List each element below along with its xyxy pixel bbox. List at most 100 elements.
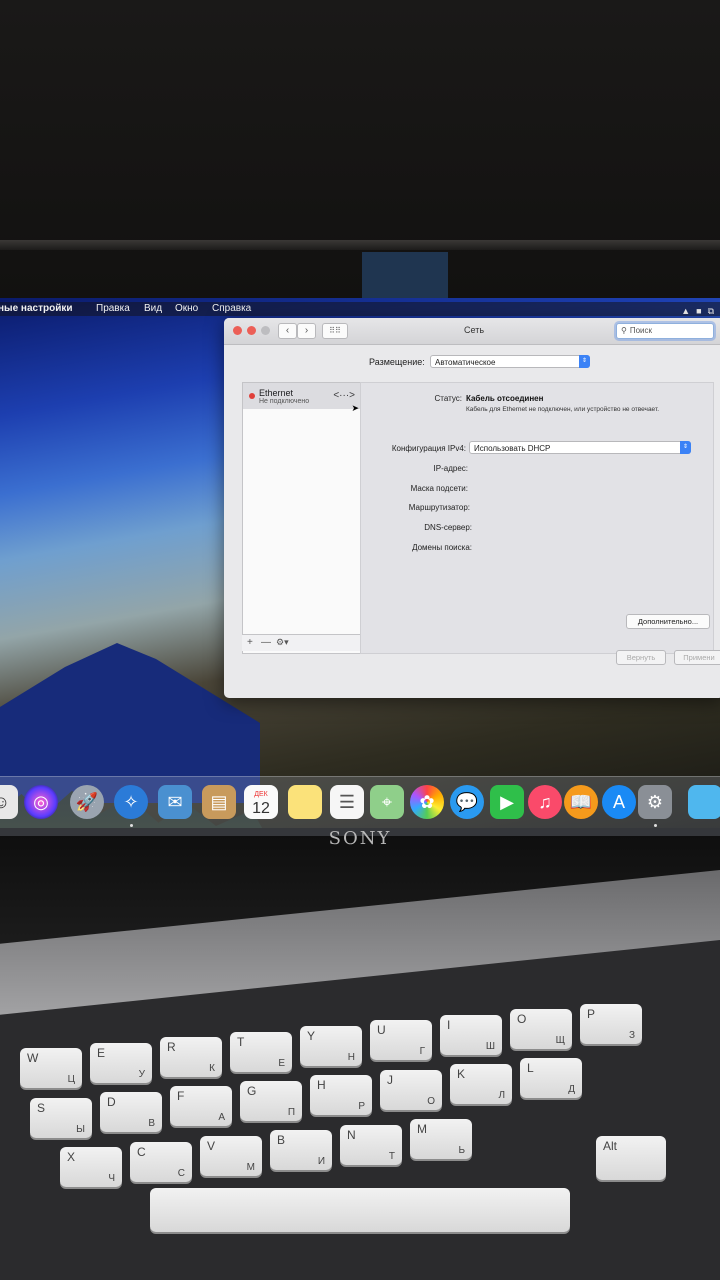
key-latin-label: H [317,1078,326,1093]
key-cyrillic-label: Н [347,1052,355,1063]
menu-view[interactable]: Вид [144,302,162,316]
key-cyrillic-label: Д [568,1084,575,1096]
status-dot-icon [249,393,255,399]
messages-icon[interactable]: 💬 [450,785,484,819]
search-field[interactable]: ⚲ Поиск [616,323,714,339]
mail-icon[interactable]: ✉ [158,785,192,819]
contacts-icon[interactable]: ▤ [202,785,236,819]
key-cyrillic-label: Л [498,1090,505,1101]
menu-window[interactable]: Окно [175,302,198,316]
reminders-icon[interactable]: ☰ [330,785,364,819]
key-latin-label: S [37,1100,46,1115]
key-u[interactable]: UГ [370,1020,432,1061]
key-latin-label: X [67,1150,76,1165]
key-d[interactable]: DВ [100,1092,162,1132]
books-icon[interactable]: 📖 [564,785,598,819]
select-arrows-icon: ⇕ [680,441,691,454]
key-f[interactable]: FА [170,1086,232,1127]
key-latin-label: W [27,1051,39,1066]
key-latin-label: U [377,1023,386,1038]
key-x[interactable]: XЧ [60,1147,122,1188]
key-latin-label: P [587,1006,596,1021]
key-l[interactable]: LД [520,1058,582,1099]
key-cyrillic-label: Г [419,1046,425,1058]
key-t[interactable]: TЕ [230,1031,292,1072]
menu-help[interactable]: Справка [212,302,251,316]
app-store-icon[interactable]: A [602,785,636,819]
key-r[interactable]: RК [160,1037,222,1078]
key-v[interactable]: VМ [200,1136,262,1176]
photos-icon[interactable]: ✿ [410,785,444,819]
apply-button[interactable]: Примени [674,650,720,665]
key-b[interactable]: BИ [270,1130,332,1171]
notes-icon[interactable] [288,785,322,819]
key-cyrillic-label: С [177,1167,185,1179]
key-i[interactable]: IШ [440,1014,502,1055]
revert-button[interactable]: Вернуть [616,650,666,665]
key-g[interactable]: GП [240,1080,302,1121]
system-preferences-icon[interactable]: ⚙ [638,785,672,819]
facetime-icon[interactable]: ▶ [490,785,524,819]
mouse-cursor-icon: ➤ [351,403,359,413]
key-latin-label: O [517,1012,527,1027]
alt-key-label: Alt [603,1139,618,1153]
key-cyrillic-label: И [317,1156,325,1168]
key-latin-label: F [177,1089,185,1104]
key-w[interactable]: WЦ [20,1048,82,1089]
key-j[interactable]: JО [380,1069,442,1110]
menu-app-name[interactable]: ные настройки [0,302,73,316]
location-value: Автоматическое [435,358,496,367]
key-cyrillic-label: А [218,1112,225,1124]
key-o[interactable]: OЩ [510,1009,572,1050]
finder-icon[interactable]: ☺ [0,785,18,819]
maps-icon[interactable]: ⌖ [370,785,404,819]
key-cyrillic-label: Ч [108,1173,115,1185]
add-service-button[interactable]: + [247,637,253,648]
key-s[interactable]: SЫ [30,1097,92,1138]
music-icon[interactable]: ♫ [528,785,562,819]
menu-edit[interactable]: Правка [96,302,130,316]
key-latin-label: L [527,1061,534,1076]
safari-icon[interactable]: ✧ [114,785,148,819]
ipv4-label: Конфигурация IPv4: [391,444,466,453]
calendar-icon[interactable]: ДЕК 12 [244,785,278,819]
ipv4-config-select[interactable]: Использовать DHCP ⇕ [469,441,691,454]
launchpad-icon[interactable]: 🚀 [70,785,104,819]
running-indicator [130,824,133,827]
key-e[interactable]: EУ [90,1042,152,1083]
location-select[interactable]: Автоматическое ⇕ [430,355,590,368]
key-latin-label: I [447,1017,451,1032]
key-latin-label: J [387,1072,393,1087]
key-n[interactable]: NТ [340,1124,402,1165]
key-latin-label: C [137,1144,146,1159]
advanced-button[interactable]: Дополнительно... [626,614,710,629]
key-cyrillic-label: М [246,1162,255,1173]
space-bar[interactable] [150,1188,570,1232]
key-cyrillic-label: У [138,1068,145,1080]
wifi-icon[interactable]: ▲ [681,304,690,318]
remove-service-button[interactable]: — [261,637,271,648]
service-toolbar: + — ⚙▾ [242,634,372,651]
siri-icon[interactable]: ◎ [24,785,58,819]
menu-extras: ▲ ■ ⧉ [681,304,714,318]
key-k[interactable]: KЛ [450,1064,512,1104]
key-cyrillic-label: Ы [76,1123,85,1135]
flag-icon[interactable]: ■ [696,304,701,318]
alt-key[interactable]: Alt [596,1136,666,1180]
service-name: Ethernet [259,388,294,398]
laptop-bezel [0,0,720,300]
search-domains-label: Домены поиска: [412,543,472,552]
key-y[interactable]: YН [300,1026,362,1066]
status-value: Кабель отсоединен [466,394,544,403]
key-cyrillic-label: Ц [67,1074,75,1086]
key-h[interactable]: HР [310,1075,372,1116]
key-cyrillic-label: З [628,1029,635,1041]
gear-icon[interactable]: ⚙▾ [276,637,289,648]
key-cyrillic-label: Ш [485,1040,495,1052]
key-c[interactable]: CС [130,1141,192,1182]
key-m[interactable]: MЬ [410,1119,472,1160]
key-latin-label: D [107,1095,116,1109]
clock-text-icon[interactable]: ⧉ [708,304,714,318]
folder-icon[interactable] [688,785,720,819]
key-p[interactable]: PЗ [580,1003,642,1044]
